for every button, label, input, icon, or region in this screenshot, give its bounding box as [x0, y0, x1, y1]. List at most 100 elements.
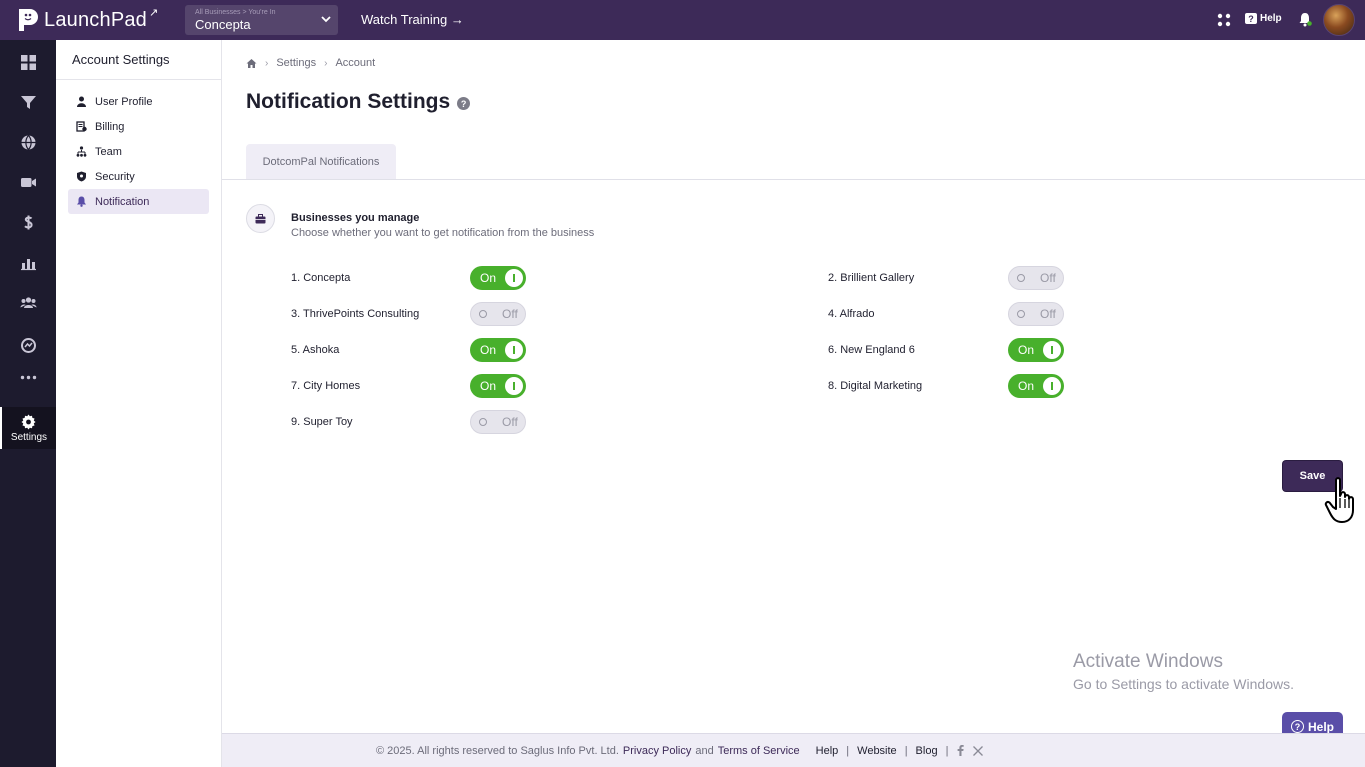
breadcrumb-separator-icon: › — [324, 57, 328, 69]
business-selector[interactable]: All Businesses > You're In Concepta — [185, 5, 338, 35]
notification-toggle[interactable]: Off — [470, 410, 526, 434]
section-title: Businesses you manage — [291, 212, 420, 224]
user-avatar[interactable] — [1323, 4, 1355, 36]
facebook-icon[interactable] — [956, 745, 965, 756]
toggle-state: On — [480, 271, 497, 285]
chevron-down-icon — [321, 16, 331, 23]
user-icon — [77, 96, 86, 107]
rail-video[interactable] — [0, 162, 56, 202]
toggle-state: On — [480, 343, 497, 357]
apps-grid-icon[interactable] — [1217, 13, 1231, 27]
footer-website-link[interactable]: Website — [857, 745, 897, 757]
tab-dotcompal-notifications[interactable]: DotcomPal Notifications — [246, 144, 396, 180]
top-bar: LaunchPad ↗ All Businesses > You're In C… — [0, 0, 1365, 40]
notification-toggle[interactable]: Off — [1008, 302, 1064, 326]
rail-more[interactable] — [0, 357, 56, 397]
sidebar-item-user-profile[interactable]: User Profile — [68, 89, 209, 114]
activate-windows-subtitle: Go to Settings to activate Windows. — [1073, 676, 1294, 692]
bell-icon — [77, 196, 86, 207]
business-name: 3. ThrivePoints Consulting — [291, 308, 420, 320]
funnel-icon — [20, 95, 36, 109]
logo-mark-icon — [19, 9, 38, 31]
briefcase-icon — [246, 204, 275, 233]
notification-toggle[interactable]: Off — [1008, 266, 1064, 290]
rail-reports[interactable] — [0, 242, 56, 282]
terms-of-service-link[interactable]: Terms of Service — [718, 745, 800, 757]
rail-funnels[interactable] — [0, 82, 56, 122]
sidebar-item-team[interactable]: Team — [68, 139, 209, 164]
gear-icon — [21, 413, 36, 430]
toggle-knob-icon — [1012, 269, 1030, 287]
billing-icon — [76, 121, 87, 132]
business-name: 2. Brillient Gallery — [828, 272, 915, 284]
footer: © 2025. All rights reserved to Saglus In… — [222, 733, 1365, 767]
users-icon — [20, 296, 36, 308]
sidebar-item-billing[interactable]: Billing — [68, 114, 209, 139]
notification-toggle[interactable]: On — [470, 374, 526, 398]
activate-windows-watermark: Activate Windows Go to Settings to activ… — [1073, 651, 1294, 692]
business-row: 1. Concepta On — [291, 266, 531, 290]
breadcrumb: › Settings › Account — [246, 57, 375, 69]
business-name: 1. Concepta — [291, 272, 351, 284]
x-twitter-icon[interactable] — [973, 745, 984, 756]
help-question-icon: ? — [1290, 720, 1304, 733]
rail-settings[interactable]: Settings — [0, 407, 56, 449]
help-top-button[interactable]: ? Help — [1245, 13, 1282, 24]
business-name: 7. City Homes — [291, 380, 361, 392]
watch-training-link[interactable]: Watch Training → — [361, 12, 464, 27]
help-floating-label: Help — [1307, 719, 1334, 734]
toggle-knob-icon — [1043, 377, 1061, 395]
notification-toggle[interactable]: On — [1008, 338, 1064, 362]
privacy-policy-link[interactable]: Privacy Policy — [623, 745, 691, 757]
toggle-knob-icon — [474, 305, 492, 323]
rail-dashboard[interactable] — [0, 42, 56, 82]
toggle-knob-icon — [505, 269, 523, 287]
account-settings-sidebar: Account Settings User Profile Billing Te… — [56, 40, 222, 767]
rail-sales[interactable] — [0, 202, 56, 242]
business-row: 2. Brillient Gallery Off — [828, 266, 1068, 290]
business-row: 7. City Homes On — [291, 374, 531, 398]
sidebar-item-label: Team — [95, 145, 122, 158]
notification-bell-icon[interactable] — [1298, 12, 1312, 27]
notification-toggle[interactable]: On — [470, 266, 526, 290]
footer-copyright: © 2025. All rights reserved to Saglus In… — [376, 744, 619, 757]
rail-websites[interactable] — [0, 122, 56, 162]
notification-toggle[interactable]: On — [470, 338, 526, 362]
footer-help-link[interactable]: Help — [816, 745, 839, 757]
footer-and: and — [695, 744, 714, 757]
globe-icon — [21, 134, 35, 150]
help-top-label: Help — [1260, 13, 1282, 24]
analytics-icon — [20, 337, 36, 353]
toggle-state: On — [1018, 343, 1035, 357]
business-selector-caption: All Businesses > You're In — [195, 9, 276, 16]
shield-icon — [77, 171, 86, 182]
toggle-knob-icon — [1043, 341, 1061, 359]
sidebar-item-notification[interactable]: Notification — [68, 189, 209, 214]
business-selector-value: Concepta — [195, 17, 251, 32]
toggle-state: Off — [1040, 271, 1056, 285]
hand-cursor-icon — [1324, 477, 1354, 523]
toggle-knob-icon — [1012, 305, 1030, 323]
team-icon — [76, 146, 87, 157]
more-icon — [20, 375, 36, 379]
sidebar-item-security[interactable]: Security — [68, 164, 209, 189]
footer-blog-link[interactable]: Blog — [916, 745, 938, 757]
toggle-state: Off — [502, 415, 518, 429]
sidebar-divider — [56, 79, 221, 80]
sidebar-item-label: Security — [95, 170, 135, 183]
notification-toggle[interactable]: Off — [470, 302, 526, 326]
business-name: 6. New England 6 — [828, 344, 915, 356]
rail-contacts[interactable] — [0, 282, 56, 322]
notification-toggle[interactable]: On — [1008, 374, 1064, 398]
page-title: Notification Settings ? — [246, 90, 471, 114]
home-icon[interactable] — [246, 58, 257, 69]
business-row: 9. Super Toy Off — [291, 410, 531, 434]
footer-pipe: | — [846, 744, 850, 757]
breadcrumb-item-settings[interactable]: Settings — [276, 57, 316, 69]
business-name: 4. Alfrado — [828, 308, 875, 320]
dollar-icon — [23, 215, 33, 229]
launchpad-logo[interactable]: LaunchPad ↗ — [17, 7, 158, 33]
business-row: 5. Ashoka On — [291, 338, 531, 362]
title-help-icon[interactable]: ? — [457, 97, 471, 110]
help-question-icon: ? — [1245, 13, 1257, 24]
